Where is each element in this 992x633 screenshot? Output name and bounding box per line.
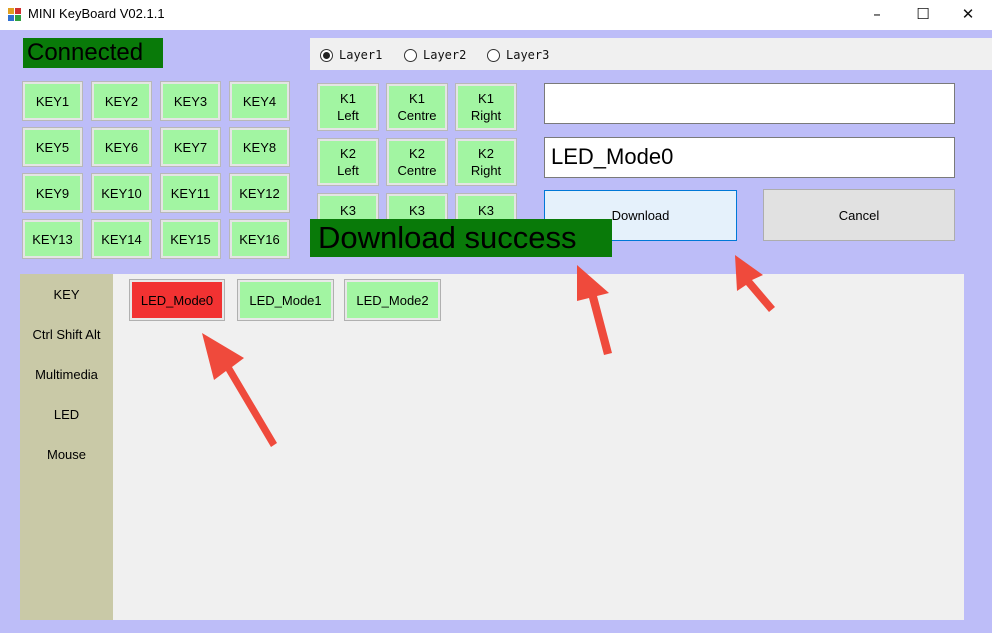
key1-button[interactable]: KEY1 <box>22 81 83 121</box>
key9-button[interactable]: KEY9 <box>22 173 83 213</box>
layer3-label: Layer3 <box>506 48 550 62</box>
key14-button[interactable]: KEY14 <box>91 219 152 259</box>
close-button[interactable]: ✕ <box>945 0 991 30</box>
key8-button[interactable]: KEY8 <box>229 127 290 167</box>
knob2-left-button[interactable]: K2 Left <box>317 138 379 186</box>
knob-action: Left <box>337 163 359 178</box>
knob-action: Right <box>470 108 502 123</box>
radio-empty-icon <box>404 48 417 62</box>
knob1-left-button[interactable]: K1 Left <box>317 83 379 131</box>
led-mode0-button[interactable]: LED_Mode0 <box>129 279 225 321</box>
cancel-button[interactable]: Cancel <box>763 189 955 241</box>
key11-button[interactable]: KEY11 <box>160 173 221 213</box>
sidebar-item-key[interactable]: KEY <box>20 287 113 302</box>
knob-name: K3 <box>409 203 425 218</box>
download-success-message: Download success <box>310 219 612 257</box>
window-title: MINI KeyBoard V02.1.1 <box>28 6 165 21</box>
led-mode1-button[interactable]: LED_Mode1 <box>237 279 334 321</box>
led-mode2-button[interactable]: LED_Mode2 <box>344 279 441 321</box>
key12-button[interactable]: KEY12 <box>229 173 290 213</box>
layer1-radio[interactable]: Layer1 <box>320 47 382 63</box>
knob-name: K1 <box>478 91 494 106</box>
knob-name: K2 <box>409 146 425 161</box>
main-window: Connected Layer1 Layer2 Layer3 KEY1 KEY2… <box>0 30 992 633</box>
knob-name: K2 <box>340 146 356 161</box>
layer-selector: Layer1 Layer2 Layer3 <box>310 38 992 70</box>
knob-action: Right <box>470 163 502 178</box>
key-value-field[interactable] <box>544 83 955 124</box>
sidebar-item-led[interactable]: LED <box>20 407 113 422</box>
knob2-centre-button[interactable]: K2 Centre <box>386 138 448 186</box>
layer2-radio[interactable]: Layer2 <box>404 47 466 63</box>
category-sidebar: KEY Ctrl Shift Alt Multimedia LED Mouse <box>20 274 113 620</box>
sidebar-item-multimedia[interactable]: Multimedia <box>20 367 113 382</box>
sidebar-item-modifiers[interactable]: Ctrl Shift Alt <box>20 327 113 342</box>
knob-name: K3 <box>478 203 494 218</box>
knob2-right-button[interactable]: K2 Right <box>455 138 517 186</box>
knob-action: Centre <box>397 163 437 178</box>
radio-selected-icon <box>320 48 333 62</box>
key7-button[interactable]: KEY7 <box>160 127 221 167</box>
radio-empty-icon <box>487 48 500 62</box>
key13-button[interactable]: KEY13 <box>22 219 83 259</box>
title-bar: MINI KeyBoard V02.1.1 – ☐ ✕ <box>0 0 992 30</box>
sidebar-item-mouse[interactable]: Mouse <box>20 447 113 462</box>
knob-name: K3 <box>340 203 356 218</box>
mode-value-field[interactable]: LED_Mode0 <box>544 137 955 178</box>
led-mode-panel: LED_Mode0 LED_Mode1 LED_Mode2 <box>113 274 964 620</box>
knob-name: K1 <box>409 91 425 106</box>
knob-name: K2 <box>478 146 494 161</box>
app-icon <box>8 8 21 21</box>
key4-button[interactable]: KEY4 <box>229 81 290 121</box>
key6-button[interactable]: KEY6 <box>91 127 152 167</box>
knob-name: K1 <box>340 91 356 106</box>
minimize-button[interactable]: – <box>854 0 900 30</box>
knob-action: Left <box>337 108 359 123</box>
key15-button[interactable]: KEY15 <box>160 219 221 259</box>
layer1-label: Layer1 <box>339 48 383 62</box>
key16-button[interactable]: KEY16 <box>229 219 290 259</box>
knob1-centre-button[interactable]: K1 Centre <box>386 83 448 131</box>
connection-status: Connected <box>23 38 163 68</box>
knob-action: Centre <box>397 108 437 123</box>
key10-button[interactable]: KEY10 <box>91 173 152 213</box>
key5-button[interactable]: KEY5 <box>22 127 83 167</box>
maximize-button[interactable]: ☐ <box>900 0 946 30</box>
key3-button[interactable]: KEY3 <box>160 81 221 121</box>
layer3-radio[interactable]: Layer3 <box>487 47 549 63</box>
layer2-label: Layer2 <box>423 48 467 62</box>
knob1-right-button[interactable]: K1 Right <box>455 83 517 131</box>
key2-button[interactable]: KEY2 <box>91 81 152 121</box>
